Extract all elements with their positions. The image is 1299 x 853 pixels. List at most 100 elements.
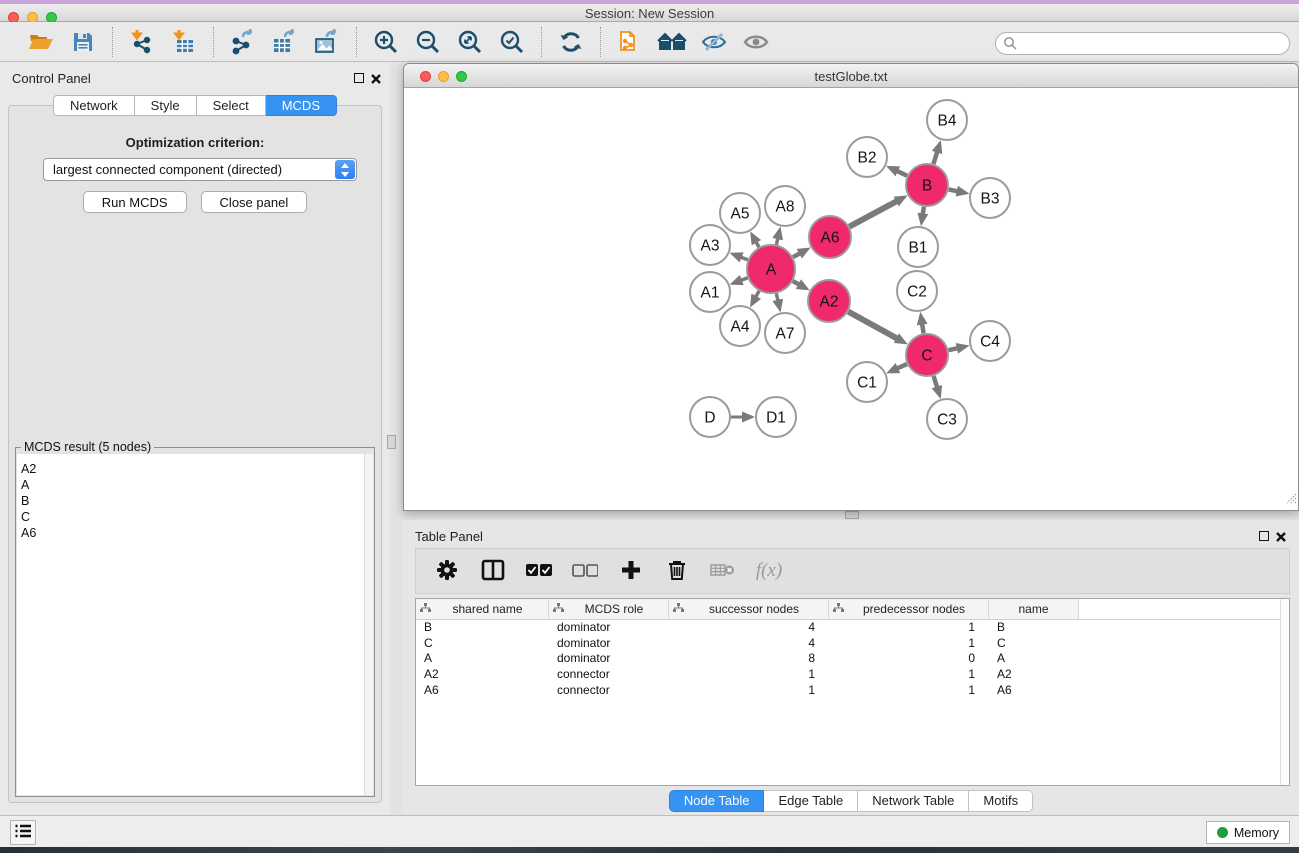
network-from-document-button[interactable] (613, 26, 647, 58)
select-all-button[interactable] (524, 555, 554, 587)
export-network-button[interactable] (226, 26, 260, 58)
function-builder-button[interactable]: f(x) (754, 555, 784, 587)
tab-network-table[interactable]: Network Table (858, 790, 969, 812)
node-A2[interactable]: A2 (808, 280, 850, 322)
close-panel-button[interactable]: Close panel (201, 191, 308, 213)
edge-C-C1[interactable] (896, 364, 907, 369)
tab-mcds[interactable]: MCDS (266, 95, 337, 116)
table-settings-button[interactable] (432, 555, 462, 587)
result-item[interactable]: A (17, 477, 373, 493)
column-header-predecessor-nodes[interactable]: predecessor nodes (829, 599, 989, 619)
add-column-button[interactable] (616, 555, 646, 587)
edge-A-A6[interactable] (793, 253, 801, 257)
node-B4[interactable]: B4 (927, 100, 967, 140)
result-scrollbar[interactable] (364, 454, 373, 795)
zoom-fit-button[interactable] (453, 26, 487, 58)
zoom-selected-button[interactable] (495, 26, 529, 58)
home-button[interactable] (655, 26, 689, 58)
edge-A2-C[interactable] (848, 312, 898, 339)
edge-A-A7[interactable] (776, 293, 778, 301)
result-item[interactable]: A6 (17, 525, 373, 541)
edge-A-A2[interactable] (793, 281, 800, 285)
tab-select[interactable]: Select (197, 95, 266, 116)
zoom-in-button[interactable] (369, 26, 403, 58)
vertical-splitter-handle[interactable] (387, 435, 396, 449)
node-A6[interactable]: A6 (809, 216, 851, 258)
edge-A6-B[interactable] (849, 201, 898, 227)
node-D1[interactable]: D1 (756, 397, 796, 437)
result-item[interactable]: B (17, 493, 373, 509)
save-session-button[interactable] (66, 26, 100, 58)
edge-B-B1[interactable] (923, 207, 924, 216)
node-C4[interactable]: C4 (970, 321, 1010, 361)
edge-A-A5[interactable] (755, 241, 758, 247)
node-C2[interactable]: C2 (897, 271, 937, 311)
table-row[interactable]: Adominator80A (416, 651, 1289, 667)
delete-columns-button[interactable] (662, 555, 692, 587)
node-table[interactable]: shared nameMCDS rolesuccessor nodesprede… (415, 598, 1290, 786)
node-B2[interactable]: B2 (847, 137, 887, 177)
import-table-button[interactable] (167, 26, 201, 58)
edge-C-C4[interactable] (948, 348, 958, 350)
table-row[interactable]: A2connector11A2 (416, 667, 1289, 683)
node-A[interactable]: A (747, 245, 795, 293)
node-A3[interactable]: A3 (690, 225, 730, 265)
edge-C-C2[interactable] (922, 323, 924, 334)
node-A7[interactable]: A7 (765, 313, 805, 353)
node-B1[interactable]: B1 (898, 227, 938, 267)
memory-button[interactable]: Memory (1206, 821, 1290, 844)
export-image-button[interactable] (310, 26, 344, 58)
float-table-panel-icon[interactable] (1259, 531, 1269, 541)
edge-A-A1[interactable] (740, 278, 748, 281)
table-row[interactable]: Bdominator41B (416, 620, 1289, 636)
node-A8[interactable]: A8 (765, 186, 805, 226)
column-header-name[interactable]: name (989, 599, 1079, 619)
node-B3[interactable]: B3 (970, 178, 1010, 218)
tab-style[interactable]: Style (135, 95, 197, 116)
table-row[interactable]: Cdominator41C (416, 636, 1289, 652)
run-mcds-button[interactable]: Run MCDS (83, 191, 187, 213)
float-panel-icon[interactable] (354, 73, 364, 83)
export-table-button[interactable] (268, 26, 302, 58)
node-A1[interactable]: A1 (690, 272, 730, 312)
result-item[interactable]: A2 (17, 461, 373, 477)
close-panel-icon[interactable] (370, 72, 382, 84)
column-header-successor-nodes[interactable]: successor nodes (669, 599, 829, 619)
refresh-button[interactable] (554, 26, 588, 58)
column-header-MCDS-role[interactable]: MCDS role (549, 599, 669, 619)
tab-edge-table[interactable]: Edge Table (764, 790, 858, 812)
mcds-result-list[interactable]: A2ABCA6 (17, 454, 373, 795)
close-table-panel-icon[interactable] (1275, 530, 1287, 542)
node-A4[interactable]: A4 (720, 306, 760, 346)
show-details-button[interactable] (739, 26, 773, 58)
node-B[interactable]: B (906, 164, 948, 206)
deselect-all-button[interactable] (570, 555, 600, 587)
edge-B-B3[interactable] (949, 189, 959, 191)
edge-A-A4[interactable] (755, 291, 759, 298)
edge-B-B4[interactable] (933, 151, 937, 164)
show-columns-button[interactable] (478, 555, 508, 587)
hide-details-button[interactable] (697, 26, 731, 58)
zoom-out-button[interactable] (411, 26, 445, 58)
edge-C-C3[interactable] (934, 376, 938, 388)
open-session-button[interactable] (24, 26, 58, 58)
search-input[interactable] (995, 32, 1290, 55)
horizontal-splitter-handle[interactable] (845, 511, 859, 519)
import-network-button[interactable] (125, 26, 159, 58)
network-canvas[interactable]: B4 B2 B B3 A5A8A6 B1 A3 A C2 A1 A2 A4A7 C4 C C1 D D1 C3 (404, 88, 1298, 510)
edge-B-B2[interactable] (896, 171, 907, 176)
edge-A-A3[interactable] (740, 257, 748, 260)
node-C1[interactable]: C1 (847, 362, 887, 402)
node-C3[interactable]: C3 (927, 399, 967, 439)
column-header-shared-name[interactable]: shared name (416, 599, 549, 619)
table-scrollbar[interactable] (1280, 599, 1289, 785)
tab-node-table[interactable]: Node Table (669, 790, 765, 812)
node-D[interactable]: D (690, 397, 730, 437)
resize-grip-icon[interactable] (1284, 491, 1297, 509)
edge-A-A8[interactable] (776, 237, 778, 244)
node-C[interactable]: C (906, 334, 948, 376)
node-A5[interactable]: A5 (720, 193, 760, 233)
table-row[interactable]: A6connector11A6 (416, 683, 1289, 699)
tab-network[interactable]: Network (53, 95, 135, 116)
tab-motifs[interactable]: Motifs (969, 790, 1033, 812)
